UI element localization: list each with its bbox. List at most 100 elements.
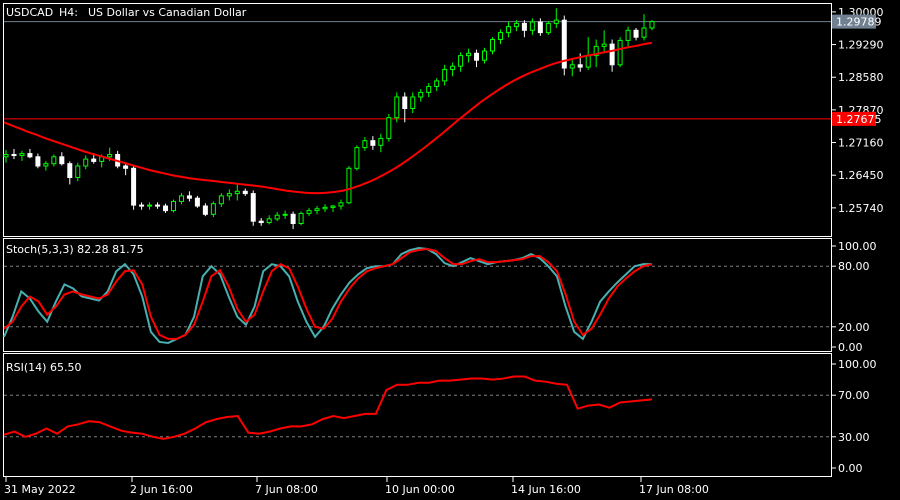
candle-body[interactable] xyxy=(633,29,639,38)
candle-body[interactable] xyxy=(394,96,400,119)
candle-body[interactable] xyxy=(482,50,488,61)
candle-body[interactable] xyxy=(489,39,495,52)
candle-body[interactable] xyxy=(83,158,89,167)
candle-body[interactable] xyxy=(426,85,432,93)
candle-body[interactable] xyxy=(139,204,145,207)
candle-body[interactable] xyxy=(505,26,511,34)
candle-body[interactable] xyxy=(27,153,33,158)
candle-body[interactable] xyxy=(75,165,81,178)
stoch-indicator-label: Stoch(5,3,3) 82.28 81.75 xyxy=(6,243,144,256)
candle-body[interactable] xyxy=(186,195,192,199)
candle-body[interactable] xyxy=(202,205,208,215)
candle-body[interactable] xyxy=(67,163,73,178)
candle-body[interactable] xyxy=(258,220,264,224)
rsi-tick-label: 100.00 xyxy=(838,358,877,371)
candle-body[interactable] xyxy=(194,197,200,207)
price-tick-label: 1.26450 xyxy=(838,169,884,182)
stoch-signal-line[interactable] xyxy=(3,248,653,340)
candle-body[interactable] xyxy=(107,154,113,158)
candle-body[interactable] xyxy=(210,203,216,215)
candle-body[interactable] xyxy=(434,80,440,87)
candle-body[interactable] xyxy=(234,190,240,195)
candle-body[interactable] xyxy=(609,43,615,66)
candle-body[interactable] xyxy=(402,96,408,109)
candle-body[interactable] xyxy=(274,214,280,220)
candle-body[interactable] xyxy=(282,213,288,216)
candle-body[interactable] xyxy=(370,140,376,146)
candle-body[interactable] xyxy=(155,204,161,207)
candle-body[interactable] xyxy=(577,64,583,68)
candle-body[interactable] xyxy=(91,158,97,162)
hline-price-label: 1.27675 xyxy=(836,113,882,126)
candle-body[interactable] xyxy=(585,55,591,68)
candle-body[interactable] xyxy=(242,190,248,195)
stoch-main-line[interactable] xyxy=(3,247,652,344)
candle-body[interactable] xyxy=(163,205,169,212)
candle-body[interactable] xyxy=(266,218,272,224)
time-tick-label: 31 May 2022 xyxy=(4,483,76,496)
candle-body[interactable] xyxy=(170,200,176,212)
candle-body[interactable] xyxy=(378,137,384,146)
candle-body[interactable] xyxy=(298,212,304,225)
candle-body[interactable] xyxy=(617,39,623,66)
candle-body[interactable] xyxy=(322,206,328,210)
candle-body[interactable] xyxy=(314,208,320,212)
candle-body[interactable] xyxy=(418,91,424,98)
candle-body[interactable] xyxy=(290,213,296,225)
candle-body[interactable] xyxy=(178,195,184,202)
candle-body[interactable] xyxy=(458,55,464,67)
time-axis: 31 May 2022 2 Jun 16:00 7 Jun 08:00 10 Jun … xyxy=(4,477,709,496)
candle-body[interactable] xyxy=(226,193,232,197)
candle-body[interactable] xyxy=(521,22,527,31)
candle-body[interactable] xyxy=(442,68,448,82)
candle-body[interactable] xyxy=(450,65,456,70)
candle-body[interactable] xyxy=(386,117,392,139)
rsi-line[interactable] xyxy=(3,375,653,440)
price-tick-label: 1.27160 xyxy=(838,137,884,150)
mt5-chart-window[interactable]: 1.300001.292901.285801.278701.271601.264… xyxy=(0,0,900,500)
candle-body[interactable] xyxy=(338,202,344,207)
candle-body[interactable] xyxy=(641,27,647,38)
candle-body[interactable] xyxy=(354,147,360,169)
candle-body[interactable] xyxy=(51,156,57,165)
candle-body[interactable] xyxy=(553,19,559,24)
candle-body[interactable] xyxy=(35,156,41,167)
time-tick-label: 10 Jun 00:00 xyxy=(385,483,455,496)
candle-body[interactable] xyxy=(649,21,655,29)
rsi-indicator-label: RSI(14) 65.50 xyxy=(6,361,81,374)
candle-body[interactable] xyxy=(43,163,49,167)
candle-body[interactable] xyxy=(19,153,25,156)
candle-body[interactable] xyxy=(59,156,65,165)
candle-body[interactable] xyxy=(569,64,575,69)
candle-body[interactable] xyxy=(330,205,336,208)
candle-body[interactable] xyxy=(545,22,551,34)
candle-body[interactable] xyxy=(529,21,535,31)
candle-body[interactable] xyxy=(131,167,137,206)
candle-body[interactable] xyxy=(466,52,472,57)
stoch-tick-label: 100.00 xyxy=(838,240,877,253)
candle-body[interactable] xyxy=(474,52,480,61)
candle-body[interactable] xyxy=(410,96,416,109)
moving-average-line[interactable] xyxy=(3,41,653,195)
candle-body[interactable] xyxy=(123,165,129,169)
candle-body[interactable] xyxy=(537,21,543,34)
rsi-level-lines xyxy=(4,394,831,438)
candle-body[interactable] xyxy=(11,154,17,156)
candle-body[interactable] xyxy=(346,167,352,204)
candle-body[interactable] xyxy=(218,195,224,205)
candle-body[interactable] xyxy=(497,32,503,40)
candle-body[interactable] xyxy=(3,154,9,158)
candle-body[interactable] xyxy=(250,193,256,222)
candle-body[interactable] xyxy=(147,204,153,207)
candle-body[interactable] xyxy=(362,140,368,149)
candle-body[interactable] xyxy=(306,210,312,214)
candle-body[interactable] xyxy=(601,43,607,47)
symbol-label: USDCAD xyxy=(6,6,53,19)
time-tick-label: 17 Jun 08:00 xyxy=(639,483,709,496)
main-pane-frame[interactable] xyxy=(3,3,832,237)
time-tick-label: 7 Jun 08:00 xyxy=(255,483,318,496)
rsi-tick-label: 30.00 xyxy=(838,431,870,444)
candle-body[interactable] xyxy=(513,22,519,28)
candle-body[interactable] xyxy=(625,29,631,41)
rsi-pane-frame[interactable] xyxy=(3,353,832,477)
